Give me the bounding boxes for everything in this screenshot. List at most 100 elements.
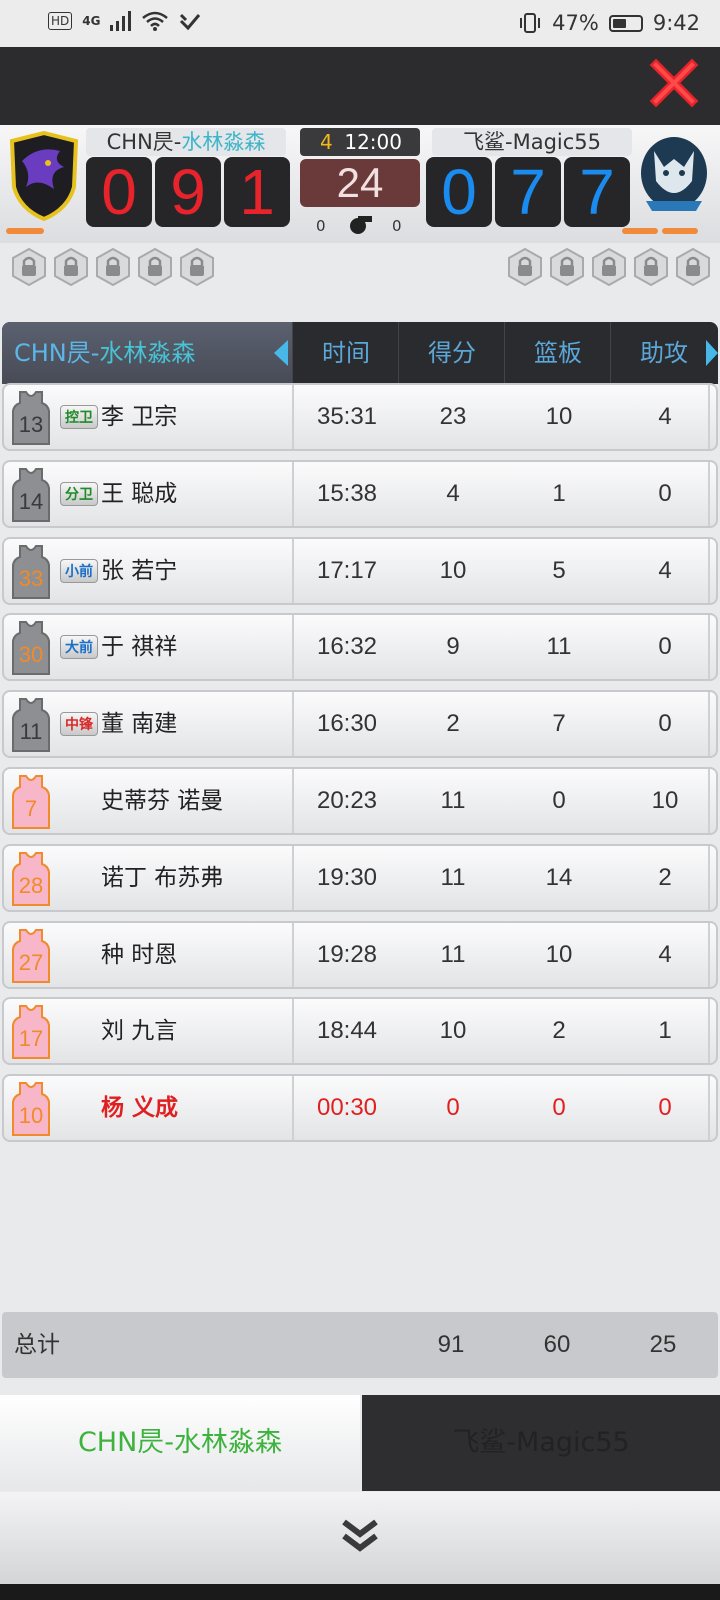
tab-home-team[interactable]: CHN昃-水林淼森 [0,1395,360,1491]
away-locked-slots [508,248,710,288]
stat-points: 10 [439,557,467,584]
stat-assists: 10 [651,787,679,814]
stat-assists: 4 [658,403,672,430]
stat-points: 11 [440,787,466,814]
home-score-digit: 9 [155,157,221,227]
stat-rebounds: 1 [552,480,566,507]
jersey-icon: 14 [12,468,50,522]
link-icon [180,13,201,31]
player-row[interactable]: 28 诺丁 布苏弗 19:30 11 14 2 [2,844,718,912]
stat-time: 16:32 [316,633,378,660]
player-name: 杨 义成 [101,1095,179,1121]
quarter: 4 [320,130,333,154]
player-row[interactable]: 13 控卫李 卫宗 35:31 23 10 4 [2,383,718,451]
player-name: 刘 九言 [101,1018,178,1044]
row-edge [708,1076,710,1140]
close-icon[interactable] [648,57,700,109]
lock-icon [508,248,542,286]
stat-rebounds: 0 [552,787,566,814]
jersey-number: 14 [19,489,43,514]
away-score-digit: 7 [564,157,630,227]
player-row[interactable]: 17 刘 九言 18:44 10 2 1 [2,997,718,1065]
stat-assists: 4 [658,557,672,584]
player-name: 于 祺祥 [101,634,178,660]
jersey-icon: 10 [12,1082,50,1136]
player-row[interactable]: 33 小前张 若宁 17:17 10 5 4 [2,537,718,605]
player-name: 张 若宁 [101,558,178,584]
row-edge [708,923,710,987]
lock-icon [180,248,214,286]
jersey-icon: 7 [12,775,50,829]
stat-rebounds: 11 [546,633,572,660]
position-badge: 小前 [60,559,98,583]
player-row[interactable]: 10 杨 义成 00:30 0 0 0 [2,1074,718,1142]
jersey-icon: 28 [12,852,50,906]
prev-columns-arrow-icon[interactable] [274,340,288,366]
column-header-time[interactable]: 时间 [292,322,399,384]
shot-clock: 24 [300,159,420,207]
column-header-rebounds[interactable]: 篮板 [504,322,611,384]
column-header-assists[interactable]: 助攻 [610,322,717,384]
jersey-number: 27 [19,950,43,975]
player-row[interactable]: 27 种 时恩 19:28 11 10 4 [2,921,718,989]
row-edge [708,462,710,526]
player-name: 李 卫宗 [101,404,178,430]
game-clock-box: 4 12:00 [300,128,420,156]
whistle-icon [350,216,372,234]
battery-icon [608,14,643,32]
player-name: 王 聪成 [101,481,178,507]
jersey-number: 11 [20,719,43,744]
top-bar [0,47,720,125]
jersey-number: 33 [19,566,43,591]
away-team-logo [641,137,707,211]
network-type: 4G [82,14,101,28]
away-timeout-indicator [622,228,658,234]
totals-label: 总计 [14,1332,60,1358]
player-row[interactable]: 7 史蒂芬 诺曼 20:23 11 0 10 [2,767,718,835]
clock: 9:42 [652,11,700,35]
column-header-points[interactable]: 得分 [398,322,505,384]
player-row[interactable]: 30 大前于 祺祥 16:32 9 11 0 [2,613,718,681]
stat-points: 0 [446,1094,460,1121]
home-team-name: CHN昃-水林淼森 [86,128,286,156]
status-bar: HD 4G 47% 9:42 [0,0,720,47]
lock-icon [96,248,130,286]
tab-away-team[interactable]: 飞鲨-Magic55 [362,1395,720,1491]
next-columns-arrow-icon[interactable] [706,340,718,366]
total-rebounds: 60 [543,1331,571,1358]
stat-time: 00:30 [316,1094,378,1121]
lock-icon [12,248,46,286]
position-badge: 中锋 [60,712,98,736]
stat-time: 35:31 [316,403,378,430]
stat-assists: 2 [658,864,672,891]
wifi-icon [142,11,169,31]
row-edge [708,769,710,833]
scoreboard: CHN昃-水林淼森 0 9 1 4 12:00 24 0 0 飞鲨-Magic5… [0,125,720,243]
position-badge: 控卫 [60,405,98,429]
stat-rebounds: 2 [552,1017,566,1044]
stat-time: 16:30 [316,710,378,737]
stat-rebounds: 0 [552,1094,566,1121]
jersey-icon: 27 [12,929,50,983]
stat-rebounds: 10 [545,941,573,968]
signal-icon [110,11,132,31]
stat-time: 19:28 [316,941,378,968]
player-row[interactable]: 14 分卫王 聪成 15:38 4 1 0 [2,460,718,528]
stat-assists: 0 [658,480,672,507]
expand-panel-button[interactable] [0,1492,720,1584]
lock-icon [138,248,172,286]
game-clock: 12:00 [344,130,402,154]
jersey-icon: 30 [12,621,50,675]
player-row[interactable]: 11 中锋董 南建 16:30 2 7 0 [2,690,718,758]
vibrate-icon [520,13,541,33]
home-score-digit: 0 [86,157,152,227]
away-fouls: 0 [392,217,402,235]
jersey-number: 7 [25,796,37,821]
away-score-digit: 7 [495,157,561,227]
jersey-number: 28 [19,873,43,898]
stat-time: 20:23 [316,787,378,814]
stat-assists: 0 [658,710,672,737]
jersey-icon: 11 [12,698,50,752]
stat-points: 11 [440,941,466,968]
lock-icon [54,248,88,286]
